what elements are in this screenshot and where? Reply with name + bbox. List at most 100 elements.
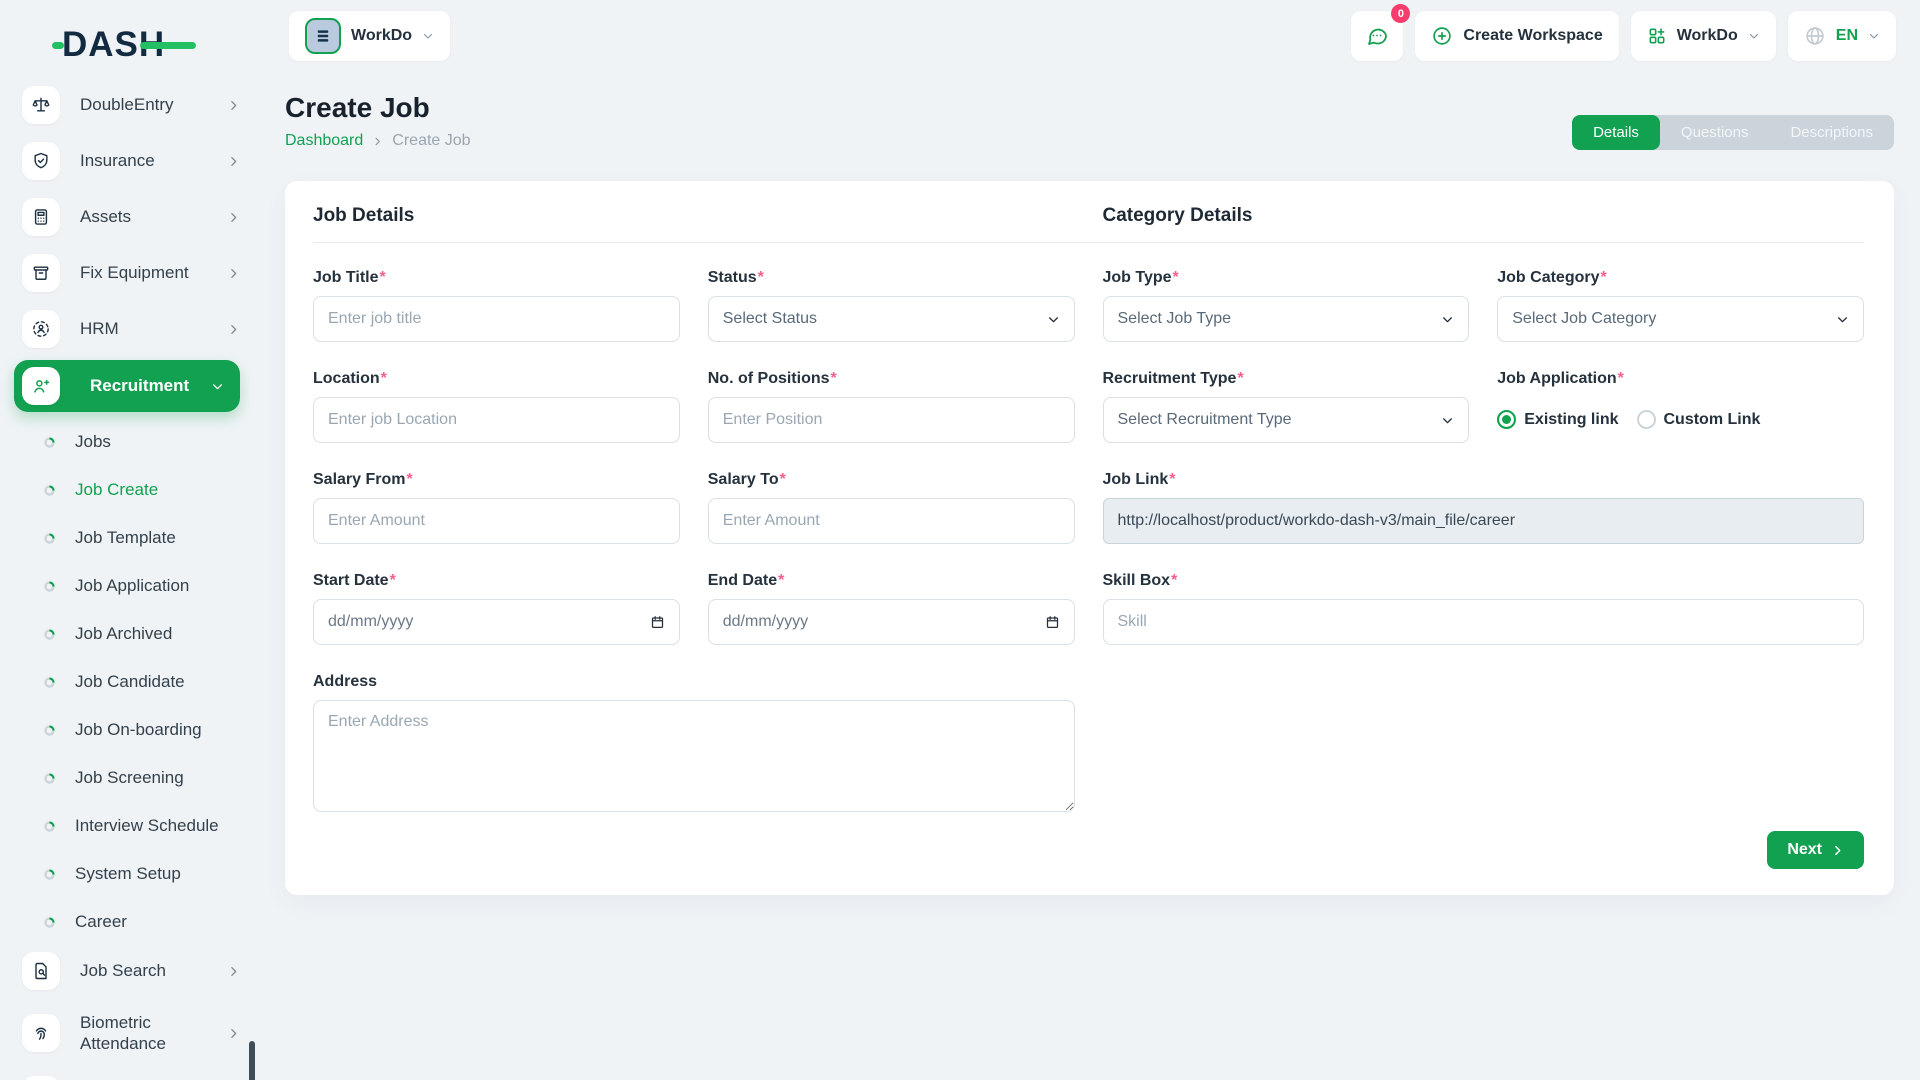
- sidebar-subitem-job-create[interactable]: Job Create: [0, 466, 258, 514]
- field-salary-to: Salary To*: [708, 471, 1075, 544]
- job-type-label: Job Type*: [1103, 269, 1470, 287]
- sidebar-item-job-search[interactable]: Job Search: [0, 946, 258, 996]
- sidebar-item-label: Recruitment: [90, 375, 201, 396]
- custom-link-option[interactable]: Custom Link: [1637, 410, 1761, 429]
- create-workspace-button[interactable]: Create Workspace: [1415, 11, 1618, 61]
- fingerprint-icon: [22, 1014, 60, 1052]
- job-type-select-value: Select Job Type: [1118, 310, 1232, 328]
- sidebar-item-doubleentry[interactable]: DoubleEntry: [0, 80, 258, 130]
- sidebar-subitem-label: Job Template: [75, 528, 176, 548]
- salary-to-input[interactable]: [723, 512, 1060, 530]
- field-salary-from: Salary From*: [313, 471, 680, 544]
- existing-link-radio[interactable]: [1497, 410, 1516, 429]
- bullet-icon: [44, 917, 55, 928]
- existing-link-option[interactable]: Existing link: [1497, 410, 1618, 429]
- required-marker: *: [778, 572, 784, 589]
- salary-from-input[interactable]: [328, 512, 665, 530]
- tab-details[interactable]: Details: [1572, 115, 1660, 150]
- logo-accent-dash: [52, 42, 64, 49]
- sidebar-subitem-label: Interview Schedule: [75, 816, 219, 836]
- required-marker: *: [780, 471, 786, 488]
- create-workspace-label: Create Workspace: [1463, 27, 1602, 45]
- workspace-dropdown-label: WorkDo: [1677, 27, 1738, 45]
- archive-box-icon: [22, 254, 60, 292]
- required-marker: *: [1169, 471, 1175, 488]
- positions-input[interactable]: [723, 411, 1060, 429]
- person-plus-icon: [22, 367, 60, 405]
- chevron-down-icon: [1836, 313, 1849, 326]
- required-marker: *: [380, 269, 386, 286]
- custom-link-radio[interactable]: [1637, 410, 1656, 429]
- calendar-icon[interactable]: [1045, 614, 1060, 630]
- chevron-right-icon: [227, 323, 240, 336]
- address-textarea[interactable]: [313, 700, 1075, 812]
- breadcrumb-dashboard-link[interactable]: Dashboard: [285, 132, 363, 150]
- sidebar-item-fix-equipment[interactable]: Fix Equipment: [0, 248, 258, 298]
- sidebar-item-assets[interactable]: Assets: [0, 192, 258, 242]
- tab-questions[interactable]: Questions: [1660, 115, 1770, 150]
- bullet-icon: [44, 869, 55, 880]
- chevron-right-icon: [227, 267, 240, 280]
- sidebar-item-label: Fix Equipment: [80, 262, 227, 283]
- bullet-icon: [44, 677, 55, 688]
- sidebar-item-recruitment[interactable]: Recruitment: [14, 360, 240, 412]
- sidebar-item-procurement[interactable]: Procurement: [0, 1070, 258, 1080]
- sidebar-item-insurance[interactable]: Insurance: [0, 136, 258, 186]
- recruitment-type-select[interactable]: Select Recruitment Type: [1103, 397, 1470, 443]
- field-address: Address: [313, 673, 1075, 817]
- workspace-name: WorkDo: [351, 27, 412, 45]
- job-category-label: Job Category*: [1497, 269, 1864, 287]
- sidebar-subitem-job-onboarding[interactable]: Job On-boarding: [0, 706, 258, 754]
- required-marker: *: [758, 269, 764, 286]
- workspace-dropdown[interactable]: WorkDo: [1631, 11, 1776, 61]
- skill-input[interactable]: [1118, 613, 1850, 631]
- required-marker: *: [1601, 269, 1607, 286]
- sidebar-subitem-career[interactable]: Career: [0, 898, 258, 946]
- bullet-icon: [44, 821, 55, 832]
- workspace-selector[interactable]: WorkDo: [289, 11, 450, 61]
- language-selector[interactable]: EN: [1788, 11, 1896, 61]
- positions-label: No. of Positions*: [708, 370, 1075, 388]
- job-details-section-title: Job Details: [313, 205, 1089, 227]
- job-type-select[interactable]: Select Job Type: [1103, 296, 1470, 342]
- bullet-icon: [44, 629, 55, 640]
- sidebar-item-hrm[interactable]: HRM: [0, 304, 258, 354]
- sidebar-subitem-jobs[interactable]: Jobs: [0, 418, 258, 466]
- sidebar: DASH DoubleEntry Insurance Assets Fix Eq…: [0, 0, 258, 1080]
- sidebar-item-label: DoubleEntry: [80, 94, 227, 115]
- location-input[interactable]: [328, 411, 665, 429]
- location-label: Location*: [313, 370, 680, 388]
- sidebar-subitem-job-archived[interactable]: Job Archived: [0, 610, 258, 658]
- end-date-input[interactable]: dd/mm/yyyy: [708, 599, 1075, 645]
- sidebar-subitem-system-setup[interactable]: System Setup: [0, 850, 258, 898]
- scales-icon: [22, 86, 60, 124]
- start-date-input[interactable]: dd/mm/yyyy: [313, 599, 680, 645]
- sidebar-subitem-interview-schedule[interactable]: Interview Schedule: [0, 802, 258, 850]
- tab-descriptions[interactable]: Descriptions: [1769, 115, 1894, 150]
- chevron-down-icon: [1047, 313, 1060, 326]
- globe-icon: [1804, 25, 1826, 47]
- status-select[interactable]: Select Status: [708, 296, 1075, 342]
- messages-button[interactable]: 0: [1351, 11, 1403, 61]
- sidebar-subitem-job-template[interactable]: Job Template: [0, 514, 258, 562]
- job-title-input[interactable]: [328, 310, 665, 328]
- job-category-select-value: Select Job Category: [1512, 310, 1656, 328]
- field-job-link: Job Link*: [1103, 471, 1865, 544]
- field-job-category: Job Category* Select Job Category: [1497, 269, 1864, 342]
- sidebar-item-biometric-attendance[interactable]: Biometric Attendance: [0, 1002, 258, 1064]
- sidebar-subitem-job-application[interactable]: Job Application: [0, 562, 258, 610]
- sidebar-subitem-job-screening[interactable]: Job Screening: [0, 754, 258, 802]
- sidebar-subitem-label: Job Candidate: [75, 672, 185, 692]
- required-marker: *: [1171, 572, 1177, 589]
- calendar-icon[interactable]: [650, 614, 665, 630]
- sidebar-subitem-job-candidate[interactable]: Job Candidate: [0, 658, 258, 706]
- sidebar-item-label: Job Search: [80, 960, 227, 981]
- address-label: Address: [313, 673, 1075, 691]
- status-select-value: Select Status: [723, 310, 817, 328]
- chevron-right-icon: [227, 965, 240, 978]
- next-button[interactable]: Next: [1767, 831, 1864, 869]
- sidebar-scrollbar[interactable]: [249, 1041, 255, 1080]
- job-category-select[interactable]: Select Job Category: [1497, 296, 1864, 342]
- percent-document-icon: [22, 1076, 60, 1080]
- field-skill-box: Skill Box*: [1103, 572, 1865, 645]
